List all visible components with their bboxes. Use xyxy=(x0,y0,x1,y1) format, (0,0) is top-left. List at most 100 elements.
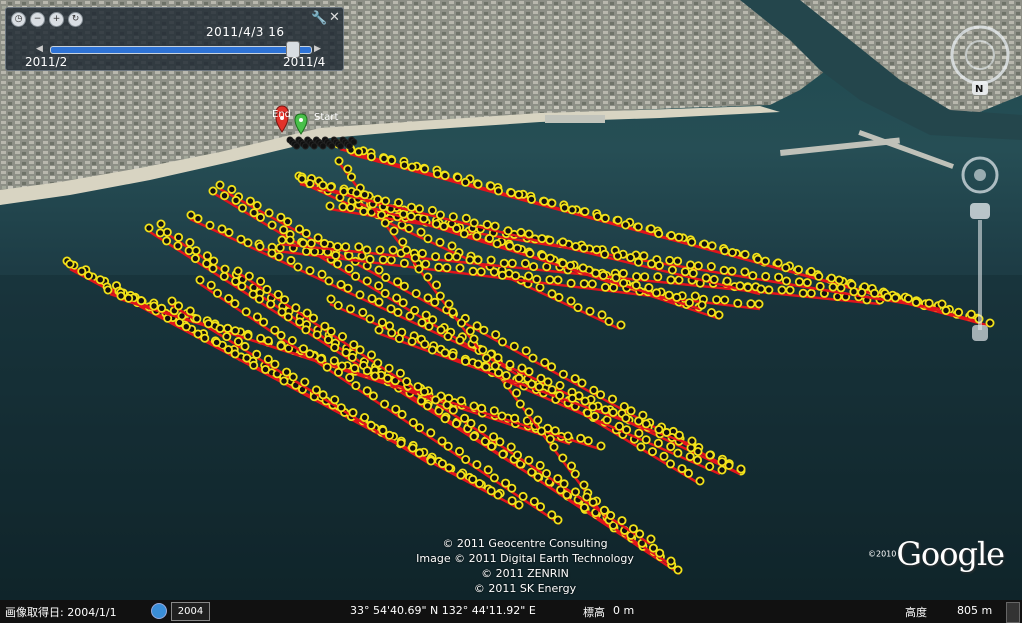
track-point[interactable] xyxy=(465,326,475,336)
track-point[interactable] xyxy=(604,316,614,326)
track-point[interactable] xyxy=(516,227,526,237)
track-point[interactable] xyxy=(343,164,353,174)
zoom-out-button[interactable] xyxy=(972,325,988,341)
time-slider-panel[interactable]: ◷ − + ↻ 🔧 ✕ 2011/4/3 16 ◀ ▶ 2011/2 2011/… xyxy=(5,7,344,71)
track-point[interactable] xyxy=(525,248,535,258)
track-point[interactable] xyxy=(435,210,445,220)
track-point[interactable] xyxy=(185,237,195,247)
track-point[interactable] xyxy=(293,262,303,272)
track-point[interactable] xyxy=(890,293,900,303)
track-point[interactable] xyxy=(533,472,543,482)
track-point[interactable] xyxy=(633,222,643,232)
track-point[interactable] xyxy=(432,169,442,179)
track-point[interactable] xyxy=(619,278,629,288)
track-point[interactable] xyxy=(489,432,499,442)
time-track[interactable] xyxy=(50,46,312,54)
track-point[interactable] xyxy=(215,324,225,334)
track-point[interactable] xyxy=(712,295,722,305)
track-point[interactable] xyxy=(391,404,401,414)
track-point[interactable] xyxy=(362,245,372,255)
track-point[interactable] xyxy=(677,464,687,474)
track-point[interactable] xyxy=(614,421,624,431)
track-point[interactable] xyxy=(302,308,312,318)
track-point[interactable] xyxy=(560,203,570,213)
track-point[interactable] xyxy=(473,255,483,265)
track-point[interactable] xyxy=(323,335,333,345)
track-point[interactable] xyxy=(368,391,378,401)
track-point[interactable] xyxy=(618,268,628,278)
track-point[interactable] xyxy=(346,203,356,213)
track-point[interactable] xyxy=(423,401,433,411)
track-point[interactable] xyxy=(456,396,466,406)
track-point[interactable] xyxy=(836,283,846,293)
track-point[interactable] xyxy=(311,385,321,395)
track-point[interactable] xyxy=(606,510,616,520)
track-point[interactable] xyxy=(674,430,684,440)
track-point[interactable] xyxy=(223,323,233,333)
track-point[interactable] xyxy=(740,249,750,259)
track-point[interactable] xyxy=(230,299,240,309)
track-point[interactable] xyxy=(798,288,808,298)
track-point[interactable] xyxy=(806,266,816,276)
track-point[interactable] xyxy=(662,427,672,437)
track-point[interactable] xyxy=(444,252,454,262)
track-point[interactable] xyxy=(256,276,266,286)
track-point[interactable] xyxy=(298,344,308,354)
track-point[interactable] xyxy=(396,438,406,448)
track-point[interactable] xyxy=(230,326,240,336)
track-point[interactable] xyxy=(601,405,611,415)
track-point[interactable] xyxy=(538,251,548,261)
track-point[interactable] xyxy=(554,292,564,302)
track-point[interactable] xyxy=(434,262,444,272)
track-point[interactable] xyxy=(388,245,398,255)
track-point[interactable] xyxy=(185,306,195,316)
track-point[interactable] xyxy=(264,208,274,218)
track-point[interactable] xyxy=(389,226,399,236)
track-point[interactable] xyxy=(298,238,308,248)
track-point[interactable] xyxy=(693,455,703,465)
track-point[interactable] xyxy=(717,465,727,475)
track-point[interactable] xyxy=(459,229,469,239)
track-point[interactable] xyxy=(84,270,94,280)
track-point[interactable] xyxy=(351,381,361,391)
track-point[interactable] xyxy=(402,376,412,386)
track-point[interactable] xyxy=(333,300,343,310)
track-point[interactable] xyxy=(350,363,360,373)
track-point[interactable] xyxy=(709,274,719,284)
track-point[interactable] xyxy=(343,283,353,293)
track-point[interactable] xyxy=(381,272,391,282)
track-point[interactable] xyxy=(206,280,216,290)
track-point[interactable] xyxy=(244,271,254,281)
track-point[interactable] xyxy=(579,279,589,289)
track-point[interactable] xyxy=(674,232,684,242)
track-point[interactable] xyxy=(242,353,252,363)
track-point[interactable] xyxy=(358,307,368,317)
track-point[interactable] xyxy=(426,456,436,466)
track-point[interactable] xyxy=(414,204,424,214)
track-point[interactable] xyxy=(579,243,589,253)
clock-icon[interactable]: ◷ xyxy=(11,12,26,27)
track-point[interactable] xyxy=(667,265,677,275)
track-point[interactable] xyxy=(503,226,513,236)
track-point[interactable] xyxy=(600,282,610,292)
track-point[interactable] xyxy=(566,278,576,288)
track-point[interactable] xyxy=(276,341,286,351)
track-point[interactable] xyxy=(442,263,452,273)
track-point[interactable] xyxy=(477,403,487,413)
track-point[interactable] xyxy=(329,356,339,366)
track-point[interactable] xyxy=(322,362,332,372)
track-point[interactable] xyxy=(406,202,416,212)
track-point[interactable] xyxy=(208,263,218,273)
track-point[interactable] xyxy=(413,382,423,392)
track-point[interactable] xyxy=(520,258,530,268)
track-point[interactable] xyxy=(521,346,531,356)
track-point[interactable] xyxy=(545,253,555,263)
track-point[interactable] xyxy=(665,255,675,265)
track-point[interactable] xyxy=(513,450,523,460)
track-point[interactable] xyxy=(255,241,265,251)
track-point[interactable] xyxy=(420,339,430,349)
track-point[interactable] xyxy=(579,480,589,490)
track-point[interactable] xyxy=(707,241,717,251)
track-point[interactable] xyxy=(486,181,496,191)
track-point[interactable] xyxy=(421,259,431,269)
